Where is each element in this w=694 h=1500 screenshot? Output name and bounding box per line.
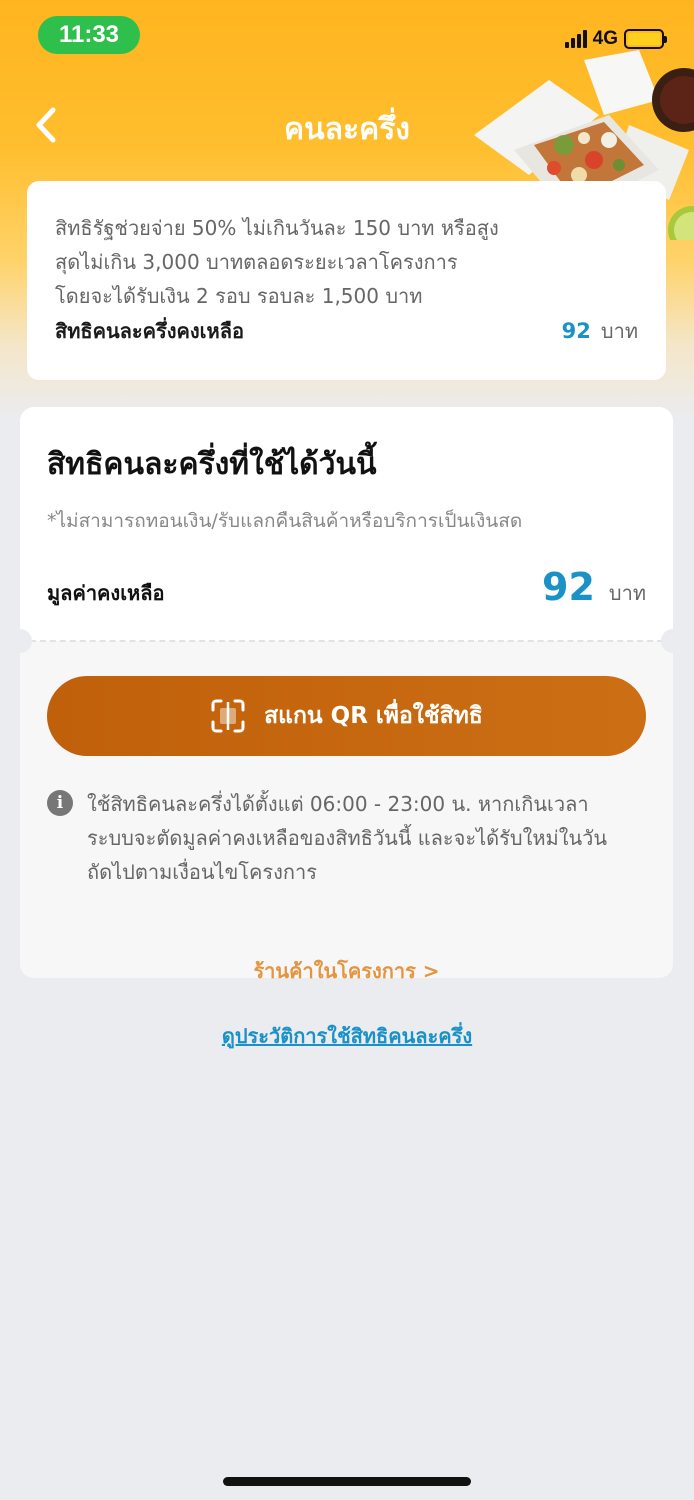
notice-line3: ถัดไปตามเงื่อนไขโครงการ <box>87 860 317 884</box>
today-note: *ไม่สามารถทอนเงิน/รับแลกคืนสินค้าหรือบริ… <box>47 510 523 532</box>
qr-scan-icon <box>211 699 245 733</box>
balance-row: มูลค่าคงเหลือ 92 บาท <box>47 565 646 609</box>
today-title: สิทธิคนละครึ่งที่ใช้ได้วันนี้ <box>47 447 377 482</box>
ticket-notch-left <box>8 629 32 653</box>
notice-line1: ใช้สิทธิคนละครึ่งได้ตั้งแต่ 06:00 - 23:0… <box>87 792 589 816</box>
balance-unit: บาท <box>608 581 646 605</box>
remaining-amount: 92 <box>561 319 591 343</box>
balance-amount: 92 <box>542 565 595 609</box>
notice-line2: ระบบจะตัดมูลค่าคงเหลือของสิทธิวันนี้ และ… <box>87 826 608 850</box>
balance-value: 92 บาท <box>542 565 646 609</box>
scan-qr-button[interactable]: สแกน QR เพื่อใช้สิทธิ <box>47 676 646 756</box>
dashed-divider <box>20 640 673 642</box>
summary-text-line1: สิทธิรัฐช่วยจ่าย 50% ไม่เกินวันละ 150 บา… <box>55 216 499 240</box>
info-icon: i <box>47 790 73 816</box>
status-time: 11:33 <box>38 16 140 54</box>
usage-history-link[interactable]: ดูประวัติการใช้สิทธิคนละครึ่ง <box>0 1020 694 1052</box>
participating-shops-link[interactable]: ร้านค้าในโครงการ > <box>20 955 673 987</box>
ticket-notch-right <box>661 629 685 653</box>
today-card-bottom: สแกน QR เพื่อใช้สิทธิ i ใช้สิทธิคนละครึ่… <box>20 641 673 983</box>
scan-qr-label: สแกน QR เพื่อใช้สิทธิ <box>264 703 483 729</box>
remaining-unit: บาท <box>600 319 638 343</box>
summary-card: สิทธิรัฐช่วยจ่าย 50% ไม่เกินวันละ 150 บา… <box>27 181 666 380</box>
today-rights-card: สิทธิคนละครึ่งที่ใช้ได้วันนี้ *ไม่สามารถ… <box>8 407 685 983</box>
summary-text-line3: โดยจะได้รับเงิน 2 รอบ รอบละ 1,500 บาท <box>55 284 423 308</box>
remaining-row: สิทธิคนละครึ่งคงเหลือ 92 บาท <box>55 315 638 347</box>
remaining-label: สิทธิคนละครึ่งคงเหลือ <box>55 319 244 343</box>
usage-notice: i ใช้สิทธิคนละครึ่งได้ตั้งแต่ 06:00 - 23… <box>47 787 647 889</box>
home-indicator <box>223 1477 471 1486</box>
remaining-value: 92 บาท <box>562 315 638 347</box>
balance-label: มูลค่าคงเหลือ <box>47 581 165 605</box>
notice-text-block: ใช้สิทธิคนละครึ่งได้ตั้งแต่ 06:00 - 23:0… <box>87 787 607 889</box>
summary-text-line2: สุดไม่เกิน 3,000 บาทตลอดระยะเวลาโครงการ <box>55 250 458 274</box>
